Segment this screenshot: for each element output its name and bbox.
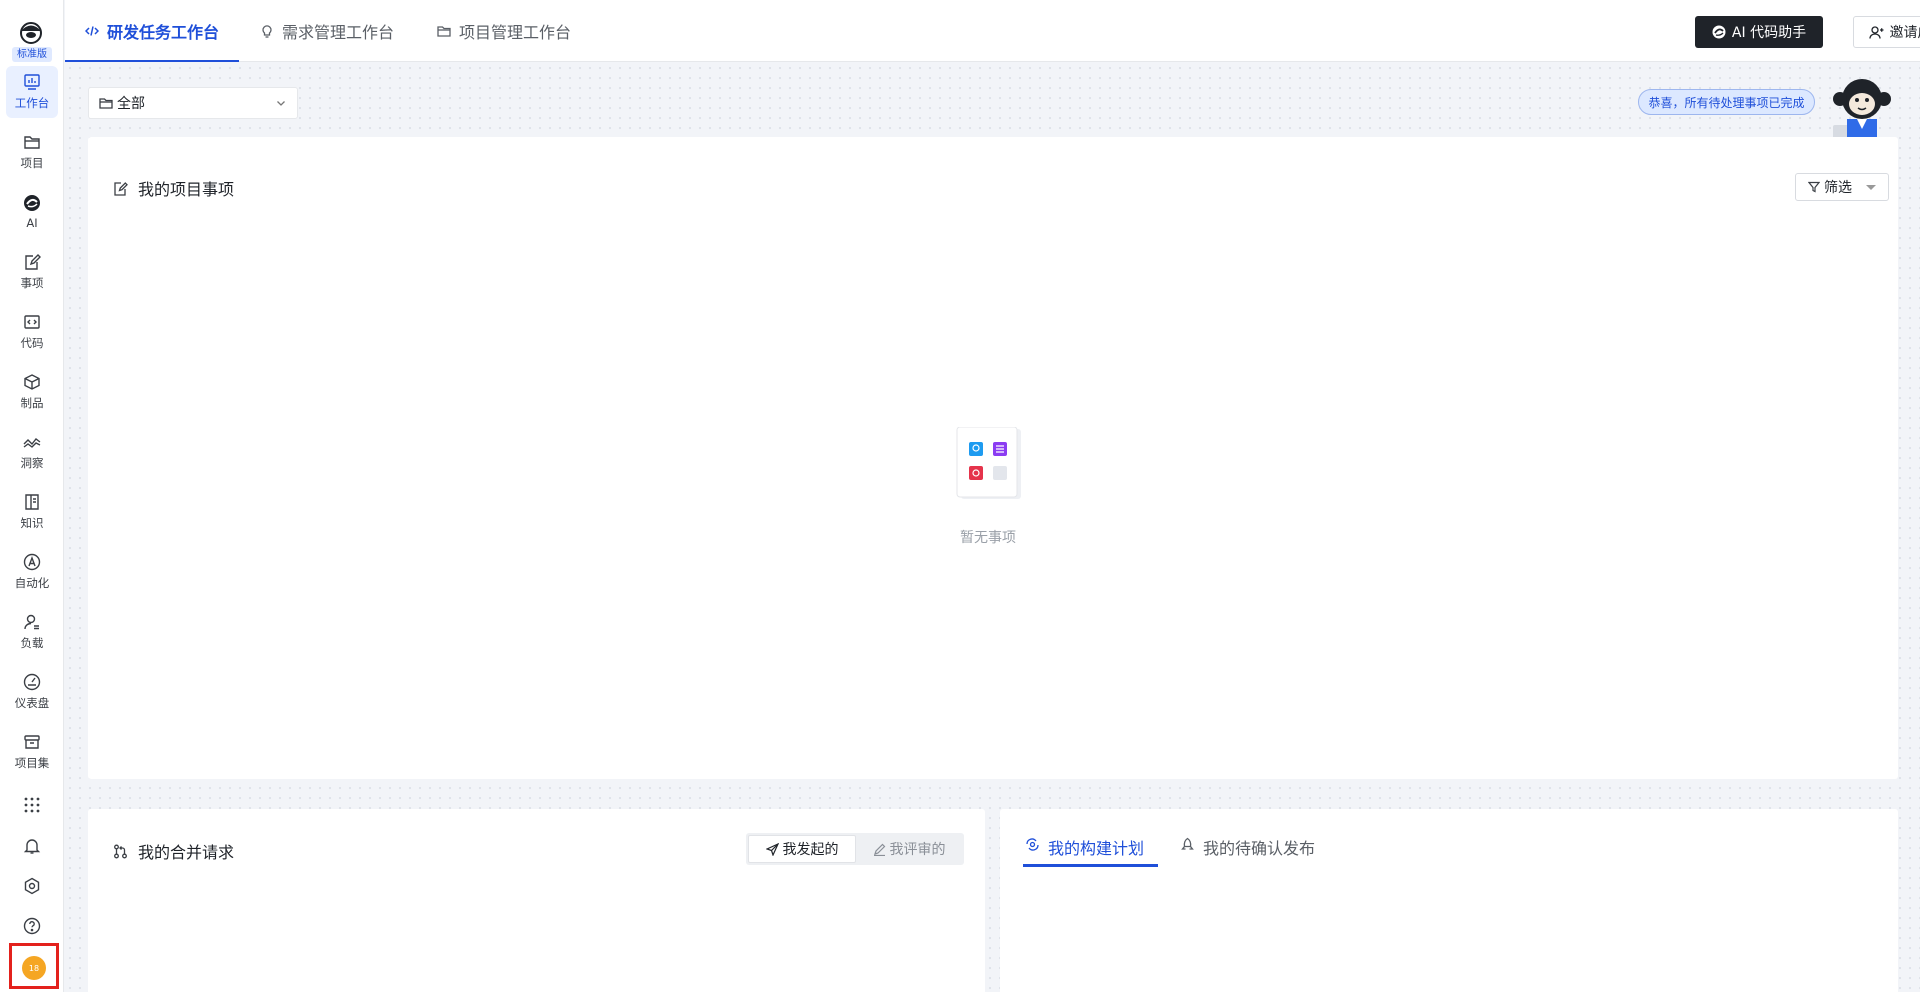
tab-label: 需求管理工作台 xyxy=(282,23,395,42)
sidebar: 标准版 工作台 项目 AI 事项 代码 制品 洞察 知识 自动化 负载 仪表盘 … xyxy=(0,0,64,992)
sidebar-item-dashboard[interactable]: 仪表盘 xyxy=(6,666,58,718)
tab-label: 项目管理工作台 xyxy=(459,23,572,42)
ai-button-label: AI 代码助手 xyxy=(1731,25,1807,41)
ai-code-assistant-button[interactable]: AI 代码助手 xyxy=(1695,16,1823,48)
sidebar-item-load[interactable]: 负载 xyxy=(6,606,58,658)
sidebar-item-label: AI xyxy=(26,216,38,230)
main-content: 全部 恭喜，所有待处理事项已完成 我的项目事项 筛选 暂无事项 我的合并请求 我… xyxy=(65,63,1920,992)
merge-requests-card: 我的合并请求 我发起的 我评审的 xyxy=(88,809,985,992)
chevron-down-icon xyxy=(277,101,285,106)
sidebar-item-label: 仪表盘 xyxy=(14,696,50,710)
sidebar-item-ai[interactable]: AI xyxy=(6,186,58,238)
tab-requirement-workbench[interactable]: 需求管理工作台 xyxy=(260,0,394,62)
insight-wave-icon xyxy=(23,438,41,448)
book-icon xyxy=(25,494,39,510)
sidebar-item-label: 知识 xyxy=(20,516,44,530)
pen-icon xyxy=(873,843,885,856)
bell-icon[interactable] xyxy=(20,834,44,858)
folder-icon xyxy=(24,136,40,149)
merge-request-icon xyxy=(114,844,127,858)
avatar-highlight-box: 18 xyxy=(9,943,59,989)
tab-label: 我的构建计划 xyxy=(1048,839,1145,858)
sidebar-item-label: 工作台 xyxy=(14,96,50,110)
mr-segmented-control: 我发起的 我评审的 xyxy=(746,833,964,865)
send-icon xyxy=(765,842,779,856)
code-icon xyxy=(24,315,40,329)
sidebar-item-issues[interactable]: 事项 xyxy=(6,246,58,298)
sidebar-item-label: 项目集 xyxy=(14,756,50,770)
card-header: 我的项目事项 xyxy=(113,176,234,200)
code-icon xyxy=(85,26,99,36)
card-title: 我的项目事项 xyxy=(138,180,235,199)
gauge-icon xyxy=(23,673,41,691)
folder-icon xyxy=(99,98,113,109)
sidebar-item-artifacts[interactable]: 制品 xyxy=(6,366,58,418)
sidebar-item-label: 制品 xyxy=(20,396,44,410)
app-logo-icon[interactable] xyxy=(13,18,49,46)
tab-pending-releases[interactable]: 我的待确认发布 xyxy=(1180,829,1315,867)
sidebar-item-code[interactable]: 代码 xyxy=(6,306,58,358)
sidebar-item-automation[interactable]: 自动化 xyxy=(6,546,58,598)
package-icon xyxy=(24,374,40,390)
card-header: 我的合并请求 xyxy=(113,839,234,863)
apps-grid-icon[interactable] xyxy=(20,793,44,817)
bulb-icon xyxy=(262,25,272,38)
folder-icon xyxy=(437,26,451,37)
empty-state-illustration xyxy=(956,427,1021,499)
invite-button-label: 邀请成员 xyxy=(1889,25,1920,41)
top-navigation: 研发任务工作台 需求管理工作台 项目管理工作台 AI 代码助手 邀请成员 xyxy=(64,0,1920,62)
invite-member-button[interactable]: 邀请成员 xyxy=(1853,16,1920,48)
archive-icon xyxy=(24,735,40,749)
sidebar-item-programs[interactable]: 项目集 xyxy=(6,726,58,778)
tab-my-build-plans[interactable]: 我的构建计划 xyxy=(1022,829,1159,867)
builds-card: 我的构建计划 我的待确认发布 xyxy=(1000,809,1898,992)
dashboard-chart-icon xyxy=(24,74,40,90)
segment-reviewed-by-me[interactable]: 我评审的 xyxy=(856,835,962,863)
rocket-icon xyxy=(1181,837,1194,850)
sidebar-item-label: 负载 xyxy=(20,636,44,650)
sidebar-item-label: 洞察 xyxy=(20,456,44,470)
filter-button[interactable]: 筛选 xyxy=(1795,173,1889,201)
edit-doc-icon xyxy=(114,181,128,196)
project-items-card: 我的项目事项 筛选 暂无事项 xyxy=(88,137,1898,779)
automation-icon xyxy=(23,553,41,571)
sidebar-item-knowledge[interactable]: 知识 xyxy=(6,486,58,538)
filter-label: 筛选 xyxy=(1824,180,1852,196)
sidebar-item-label: 事项 xyxy=(20,276,44,290)
filter-icon xyxy=(1808,181,1820,193)
card-title: 我的合并请求 xyxy=(138,843,235,862)
sidebar-item-workbench[interactable]: 工作台 xyxy=(6,66,58,118)
settings-icon[interactable] xyxy=(20,874,44,898)
help-icon[interactable] xyxy=(20,914,44,938)
mascot-illustration xyxy=(1833,79,1891,145)
congrats-banner: 恭喜，所有待处理事项已完成 xyxy=(1638,89,1815,115)
edition-badge: 标准版 xyxy=(12,47,52,62)
add-user-icon xyxy=(1868,25,1883,39)
edit-doc-icon xyxy=(25,254,41,270)
segment-label: 我发起的 xyxy=(782,842,839,858)
tab-label: 研发任务工作台 xyxy=(107,23,220,42)
scope-select-value: 全部 xyxy=(117,96,145,112)
sidebar-item-label: 项目 xyxy=(20,156,44,170)
sidebar-item-project[interactable]: 项目 xyxy=(6,126,58,178)
build-plan-icon xyxy=(1026,838,1039,851)
tab-project-workbench[interactable]: 项目管理工作台 xyxy=(437,0,571,62)
user-load-icon xyxy=(24,614,39,630)
scope-select[interactable]: 全部 xyxy=(88,87,298,119)
sidebar-item-label: 代码 xyxy=(20,336,44,350)
avatar[interactable]: 18 xyxy=(22,956,46,980)
ai-logo-icon xyxy=(24,195,40,211)
sidebar-item-insight[interactable]: 洞察 xyxy=(6,426,58,478)
segment-initiated-by-me[interactable]: 我发起的 xyxy=(748,835,856,863)
tab-dev-task-workbench[interactable]: 研发任务工作台 xyxy=(64,0,240,62)
caret-down-icon xyxy=(1866,185,1876,190)
tab-label: 我的待确认发布 xyxy=(1203,839,1316,858)
segment-label: 我评审的 xyxy=(889,842,946,858)
sidebar-item-label: 自动化 xyxy=(14,576,50,590)
empty-state-text: 暂无事项 xyxy=(960,530,1016,546)
ai-logo-icon xyxy=(1712,25,1726,39)
